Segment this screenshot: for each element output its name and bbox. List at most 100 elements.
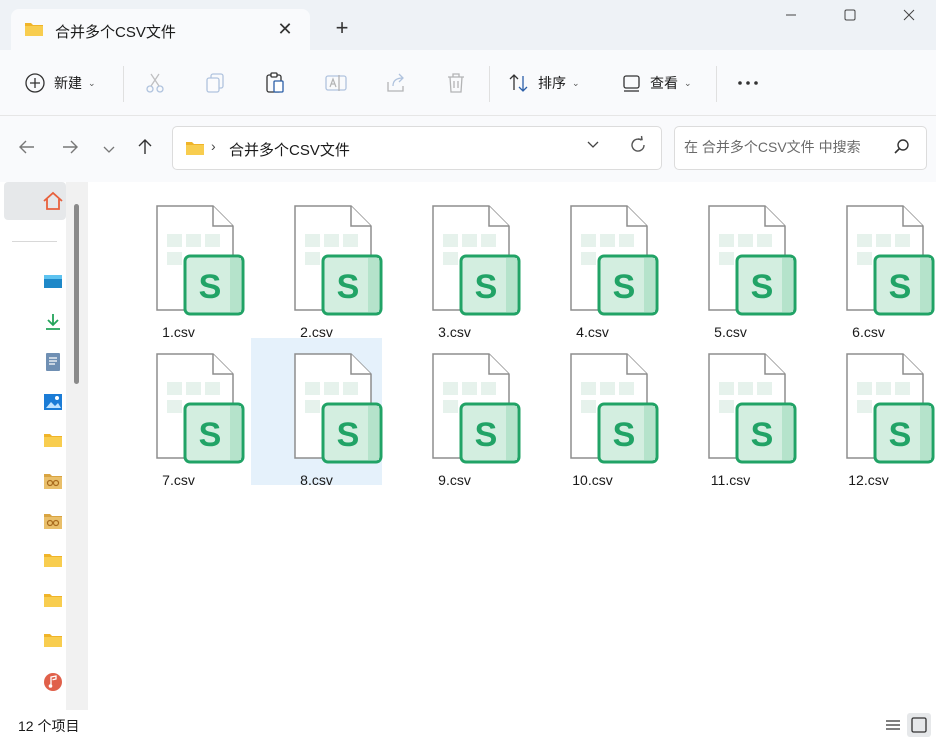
file-item[interactable]: S 5.csv [665, 190, 797, 340]
csv-letter: S [475, 268, 498, 306]
tab-close-button[interactable]: ✕ [273, 17, 297, 41]
folder-icon [24, 21, 44, 40]
zip-folder-icon [44, 514, 62, 529]
rename-button[interactable] [325, 67, 347, 99]
chevron-down-icon: ⌄ [88, 77, 96, 88]
file-item[interactable]: S 6.csv [803, 190, 935, 340]
chevron-down-icon [103, 146, 115, 153]
csv-letter: S [613, 268, 636, 306]
csv-file-icon: S [708, 353, 797, 464]
close-window-button[interactable] [886, 3, 932, 31]
csv-file-icon: S [156, 205, 245, 316]
sort-icon [509, 74, 528, 92]
maximize-button[interactable] [827, 3, 873, 31]
back-button[interactable] [13, 136, 41, 164]
details-view-button[interactable] [881, 713, 905, 737]
address-bar[interactable]: › 合并多个CSV文件 [172, 126, 662, 170]
search-input[interactable] [684, 139, 884, 155]
file-item[interactable]: S 3.csv [389, 190, 521, 340]
navigation-pane [0, 182, 88, 710]
sidebar-item-folder[interactable] [43, 632, 63, 652]
new-tab-button[interactable]: + [328, 14, 356, 42]
details-view-icon [886, 720, 900, 730]
arrow-right-icon [63, 140, 78, 154]
file-item[interactable]: S 12.csv [803, 338, 935, 488]
music-icon [44, 673, 62, 691]
file-item[interactable]: S 1.csv [113, 190, 245, 340]
share-button[interactable] [385, 67, 407, 99]
scissors-icon [146, 73, 164, 93]
csv-file-icon: S [432, 353, 521, 464]
breadcrumb-current[interactable]: 合并多个CSV文件 [229, 139, 350, 160]
command-bar: 新建 ⌄ 排序 ⌄ 查看 ⌄ [0, 50, 936, 116]
sidebar-scrollbar[interactable] [74, 204, 79, 384]
search-icon[interactable] [893, 138, 911, 159]
trash-icon [448, 73, 464, 93]
maximize-icon [844, 9, 856, 21]
toolbar-divider [489, 66, 490, 102]
csv-file-icon: S [570, 353, 659, 464]
sidebar-item-desktop[interactable] [43, 272, 63, 292]
sidebar-item-folder[interactable] [43, 552, 63, 572]
view-button[interactable]: 查看 ⌄ [622, 67, 692, 99]
folder-icon [44, 434, 62, 447]
sidebar-item-documents[interactable] [43, 352, 63, 372]
csv-letter: S [475, 416, 498, 454]
documents-icon [46, 353, 60, 371]
sidebar-item-music[interactable] [43, 672, 63, 692]
breadcrumb-chevron-icon[interactable]: › [211, 138, 216, 154]
tab-label: 合并多个CSV文件 [55, 24, 176, 41]
csv-file-icon: S [708, 205, 797, 316]
sidebar-item-home[interactable] [4, 182, 66, 220]
new-button[interactable]: 新建 ⌄ [24, 67, 96, 99]
sidebar-item-folder[interactable] [43, 592, 63, 612]
copy-button[interactable] [205, 67, 225, 99]
folder-icon [185, 140, 205, 159]
file-item[interactable]: S 10.csv [527, 338, 659, 488]
sort-button[interactable]: 排序 ⌄ [508, 67, 580, 99]
more-icon [738, 81, 758, 85]
csv-letter: S [889, 268, 912, 306]
forward-button[interactable] [56, 136, 84, 164]
refresh-icon [631, 135, 645, 152]
up-button[interactable] [131, 136, 159, 164]
file-item[interactable]: S 4.csv [527, 190, 659, 340]
address-dropdown-button[interactable] [586, 137, 600, 154]
sidebar-item-pictures[interactable] [43, 392, 63, 412]
chevron-down-icon [587, 141, 599, 148]
sidebar-item-downloads[interactable] [43, 312, 63, 332]
csv-file-icon: S [846, 353, 935, 464]
file-item[interactable]: S 11.csv [665, 338, 797, 488]
plus-circle-icon [25, 73, 45, 93]
file-view[interactable]: S 1.csv S 2.csv S 3.csv S 4.csv S 5.csv S 6.csv S 7.c… [88, 182, 936, 710]
arrow-up-icon [138, 139, 152, 154]
sidebar-item-zip-folder[interactable] [43, 472, 63, 492]
csv-file-icon: S [294, 205, 383, 316]
file-item[interactable]: S 9.csv [389, 338, 521, 488]
paste-button[interactable] [265, 67, 285, 99]
file-item[interactable]: S 8.csv [251, 338, 383, 488]
minimize-button[interactable] [768, 3, 814, 31]
sidebar-item-folder[interactable] [43, 432, 63, 452]
tab-current[interactable]: 合并多个CSV文件 ✕ [11, 9, 310, 50]
folder-icon [44, 554, 62, 567]
file-name: 11.csv [710, 472, 751, 488]
more-options-button[interactable] [737, 67, 759, 99]
csv-letter: S [337, 416, 360, 454]
refresh-button[interactable] [628, 135, 648, 161]
file-item[interactable]: S 2.csv [251, 190, 383, 340]
cut-button[interactable] [145, 67, 165, 99]
sidebar-item-zip-folder[interactable] [43, 512, 63, 532]
home-icon [43, 191, 63, 210]
recent-locations-button[interactable] [95, 136, 123, 164]
search-box[interactable] [674, 126, 927, 170]
file-name: 10.csv [572, 472, 613, 488]
copy-icon [206, 73, 224, 93]
view-button-label: 查看 [650, 75, 678, 91]
toolbar-divider [123, 66, 124, 102]
file-item[interactable]: S 7.csv [113, 338, 245, 488]
minimize-icon [786, 14, 796, 16]
zip-folder-icon [44, 474, 62, 489]
delete-button[interactable] [446, 67, 466, 99]
large-icons-view-button[interactable] [907, 713, 931, 737]
